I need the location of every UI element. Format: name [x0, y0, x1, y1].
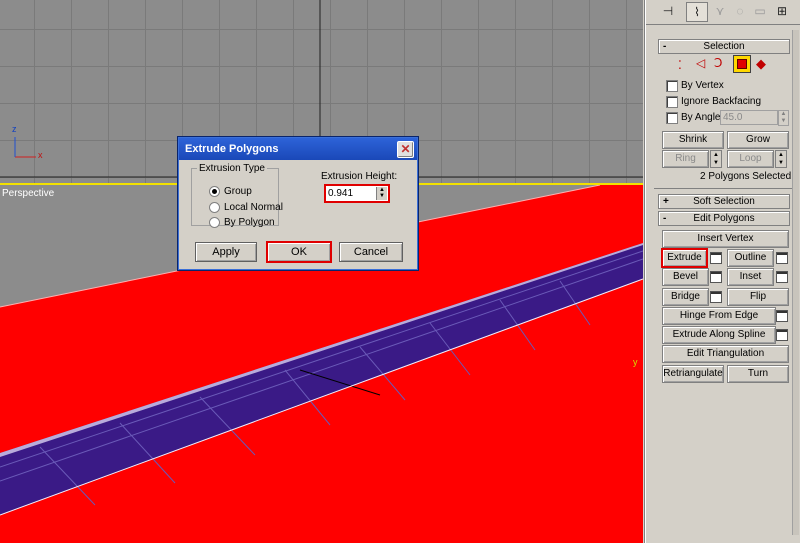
soft-selection-rollout-header[interactable]: + Soft Selection: [658, 194, 790, 209]
extrusion-height-input[interactable]: [328, 187, 370, 199]
spinner-arrows-icon[interactable]: ▲ ▼: [376, 187, 387, 200]
cancel-button[interactable]: Cancel: [339, 242, 403, 262]
ignore-backfacing-checkbox[interactable]: [666, 96, 678, 108]
axis-z-label: z: [12, 124, 17, 134]
viewport-label[interactable]: Perspective: [2, 188, 54, 199]
extrusion-height-spinner: ▲▼: [324, 184, 390, 203]
rollout-collapse-icon: -: [663, 41, 667, 52]
apply-button[interactable]: Apply: [195, 242, 257, 262]
flip-button[interactable]: Flip: [727, 288, 789, 306]
bevel-button[interactable]: Bevel: [662, 268, 709, 286]
retriangulate-button[interactable]: Retriangulate: [662, 365, 724, 383]
turn-button[interactable]: Turn: [727, 365, 789, 383]
ring-spinner-icon[interactable]: ▲ ▼: [710, 150, 722, 168]
display-tab-icon[interactable]: ▭: [750, 2, 770, 20]
radio-by-polygon-label: By Polygon: [224, 217, 275, 228]
extrusion-type-legend: Extrusion Type: [197, 163, 267, 174]
extrude-along-spline-settings-icon[interactable]: [776, 329, 788, 341]
extrusion-height-label: Extrusion Height:: [321, 171, 398, 182]
axis-x-label: x: [38, 150, 43, 160]
selection-status: 2 Polygons Selected: [700, 171, 792, 182]
hinge-settings-icon[interactable]: [776, 310, 788, 322]
radio-local-normal-label: Local Normal: [224, 202, 283, 213]
soft-selection-title: Soft Selection: [693, 196, 755, 207]
dialog-titlebar[interactable]: Extrude Polygons ✕: [179, 138, 417, 160]
selection-title: Selection: [703, 41, 745, 52]
radio-by-polygon[interactable]: [209, 217, 220, 228]
outline-button[interactable]: Outline: [727, 249, 774, 267]
rollout-divider: [654, 188, 792, 189]
rollout-collapse-icon: -: [663, 213, 667, 224]
loop-button[interactable]: Loop: [727, 150, 774, 168]
radio-group[interactable]: [209, 186, 220, 197]
polygon-subobject-icon[interactable]: [733, 55, 751, 73]
hierarchy-tab-icon[interactable]: ⋎: [710, 2, 730, 20]
border-subobject-icon[interactable]: Ↄ: [714, 56, 722, 70]
edit-triangulation-button[interactable]: Edit Triangulation: [662, 345, 789, 363]
utilities-tab-icon[interactable]: ⊞: [772, 2, 792, 20]
axis-y-label: y: [633, 357, 638, 367]
create-tab-icon[interactable]: ⊣: [658, 2, 678, 20]
inset-button[interactable]: Inset: [727, 268, 774, 286]
bevel-settings-icon[interactable]: [710, 271, 722, 283]
edit-polygons-title: Edit Polygons: [693, 213, 755, 224]
panel-scrollbar[interactable]: [792, 30, 799, 535]
ignore-backfacing-label: Ignore Backfacing: [681, 96, 762, 107]
element-subobject-icon[interactable]: ◆: [756, 56, 766, 72]
bridge-button[interactable]: Bridge: [662, 288, 709, 306]
loop-spinner-icon[interactable]: ▲ ▼: [775, 150, 787, 168]
radio-local-normal[interactable]: [209, 202, 220, 213]
extrude-polygons-dialog: Extrude Polygons ✕ Extrusion Type Group …: [178, 137, 418, 270]
command-panel-tabs: ⊣ ⌇ ⋎ ◌ ▭ ⊞: [646, 0, 800, 26]
motion-tab-icon[interactable]: ◌: [730, 2, 750, 20]
angle-value-field[interactable]: 45.0: [720, 110, 778, 125]
inset-settings-icon[interactable]: [776, 271, 788, 283]
by-angle-checkbox[interactable]: [666, 112, 678, 124]
close-icon[interactable]: ✕: [397, 141, 414, 158]
dialog-title: Extrude Polygons: [185, 143, 279, 155]
extrude-settings-icon[interactable]: [710, 252, 722, 264]
angle-spinner-icon[interactable]: ▲ ▼: [778, 110, 789, 126]
insert-vertex-button[interactable]: Insert Vertex: [662, 230, 789, 248]
extrude-button[interactable]: Extrude: [661, 248, 708, 268]
hinge-from-edge-button[interactable]: Hinge From Edge: [662, 307, 776, 325]
grow-button[interactable]: Grow: [727, 131, 789, 149]
radio-group-label: Group: [224, 186, 252, 197]
by-vertex-checkbox[interactable]: [666, 80, 678, 92]
ok-button[interactable]: OK: [266, 241, 332, 263]
modify-tab-icon[interactable]: ⌇: [686, 2, 708, 22]
bridge-settings-icon[interactable]: [710, 291, 722, 303]
tab-divider: [646, 24, 800, 25]
edit-polygons-rollout-header[interactable]: - Edit Polygons: [658, 211, 790, 226]
by-vertex-label: By Vertex: [681, 80, 724, 91]
rollout-expand-icon: +: [663, 196, 669, 207]
command-panel: ⊣ ⌇ ⋎ ◌ ▭ ⊞ - Selection ⁚ ◁ Ↄ ◆ By Verte…: [645, 0, 800, 543]
ring-button[interactable]: Ring: [662, 150, 709, 168]
by-angle-label: By Angle:: [681, 112, 724, 123]
shrink-button[interactable]: Shrink: [662, 131, 724, 149]
edge-subobject-icon[interactable]: ◁: [696, 56, 705, 70]
extrude-along-spline-button[interactable]: Extrude Along Spline: [662, 326, 776, 344]
outline-settings-icon[interactable]: [776, 252, 788, 264]
selection-rollout-header[interactable]: - Selection: [658, 39, 790, 54]
vertex-subobject-icon[interactable]: ⁚: [678, 58, 682, 72]
